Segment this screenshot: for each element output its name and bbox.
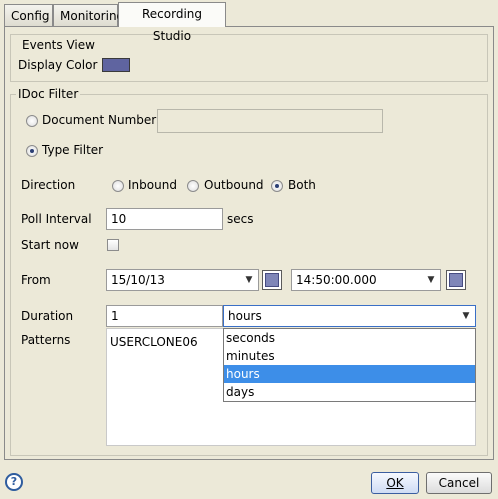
ok-button[interactable]: OK bbox=[371, 472, 419, 494]
calendar-icon bbox=[265, 273, 279, 287]
option-minutes[interactable]: minutes bbox=[224, 347, 475, 365]
duration-unit-value: hours bbox=[228, 309, 262, 323]
time-picker-button[interactable] bbox=[446, 270, 466, 290]
date-picker-button[interactable] bbox=[262, 270, 282, 290]
option-seconds[interactable]: seconds bbox=[224, 329, 475, 347]
start-now-label: Start now bbox=[21, 238, 79, 252]
patterns-label: Patterns bbox=[21, 333, 71, 347]
inbound-radio[interactable] bbox=[112, 180, 124, 192]
tab-config[interactable]: Config bbox=[4, 4, 53, 26]
cancel-button[interactable]: Cancel bbox=[426, 472, 492, 494]
direction-label: Direction bbox=[21, 178, 76, 192]
start-now-checkbox[interactable] bbox=[107, 239, 119, 251]
display-color-label: Display Color bbox=[18, 58, 98, 72]
from-label: From bbox=[21, 273, 51, 287]
from-date-combo[interactable]: 15/10/13 ▼ bbox=[106, 269, 259, 291]
poll-interval-input[interactable]: 10 bbox=[106, 208, 223, 230]
both-radio[interactable] bbox=[271, 180, 283, 192]
duration-input[interactable]: 1 bbox=[106, 305, 223, 327]
display-color-swatch[interactable] bbox=[102, 58, 130, 72]
poll-interval-unit: secs bbox=[227, 212, 254, 226]
clock-icon bbox=[449, 273, 463, 287]
help-icon[interactable]: ? bbox=[5, 473, 23, 491]
type-filter-radio[interactable] bbox=[26, 145, 38, 157]
option-days[interactable]: days bbox=[224, 383, 475, 401]
events-view-title: Events View bbox=[22, 38, 95, 52]
poll-interval-label: Poll Interval bbox=[21, 212, 92, 226]
patterns-value: USERCLONE06 bbox=[110, 335, 198, 349]
duration-unit-combo[interactable]: hours ▼ bbox=[223, 305, 476, 327]
option-hours[interactable]: hours bbox=[224, 365, 475, 383]
outbound-radio[interactable] bbox=[187, 180, 199, 192]
tab-recording-studio[interactable]: Recording Studio bbox=[118, 2, 226, 43]
from-time-value: 14:50:00.000 bbox=[296, 273, 377, 287]
inbound-label: Inbound bbox=[128, 178, 177, 192]
document-number-radio[interactable] bbox=[26, 115, 38, 127]
document-number-label: Document Number bbox=[42, 113, 157, 127]
tab-monitoring[interactable]: Monitoring bbox=[53, 4, 124, 26]
document-number-input[interactable] bbox=[157, 109, 383, 133]
both-label: Both bbox=[288, 178, 316, 192]
idoc-filter-title: IDoc Filter bbox=[16, 87, 81, 101]
chevron-down-icon[interactable]: ▼ bbox=[457, 306, 475, 326]
outbound-label: Outbound bbox=[204, 178, 264, 192]
from-date-value: 15/10/13 bbox=[111, 273, 165, 287]
ok-label: OK bbox=[386, 476, 404, 490]
duration-label: Duration bbox=[21, 309, 74, 323]
from-time-combo[interactable]: 14:50:00.000 ▼ bbox=[291, 269, 441, 291]
duration-unit-dropdown-list[interactable]: seconds minutes hours days bbox=[223, 328, 476, 402]
type-filter-label: Type Filter bbox=[42, 143, 104, 157]
chevron-down-icon[interactable]: ▼ bbox=[422, 270, 440, 290]
cancel-label: Cancel bbox=[438, 476, 480, 490]
chevron-down-icon[interactable]: ▼ bbox=[240, 270, 258, 290]
